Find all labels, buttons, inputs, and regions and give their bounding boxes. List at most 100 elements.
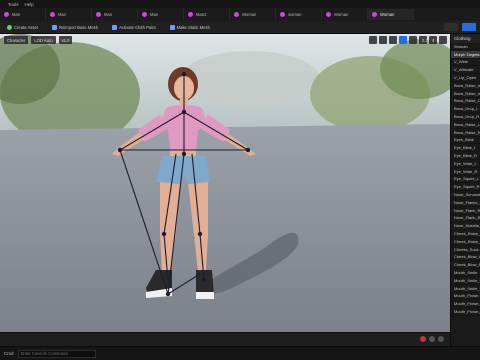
viewport[interactable]: Character LOD Auto x1.0 0.25 4 xyxy=(0,34,450,332)
asset-tab[interactable]: Man xyxy=(0,9,46,20)
transform-icon[interactable] xyxy=(369,36,377,44)
asset-tab[interactable]: woman xyxy=(276,9,322,20)
asset-tab-active[interactable]: Woman xyxy=(368,9,414,20)
make-static-label: Make Static Mesh xyxy=(176,24,210,30)
cmd-label[interactable]: Cmd xyxy=(4,351,14,356)
joint xyxy=(181,109,187,115)
asset-icon xyxy=(326,12,331,17)
morph-target-item[interactable]: Eye_Wide_R xyxy=(451,168,480,176)
morph-target-item[interactable]: Eye_Blink_R xyxy=(451,152,480,160)
morph-target-item[interactable]: Brow_Drop_R xyxy=(451,113,480,121)
asset-tab[interactable]: Man xyxy=(138,9,184,20)
morph-target-item[interactable]: Cheek_Blow_R xyxy=(451,261,480,270)
morph-target-item[interactable]: Cheek_Raise_R xyxy=(451,238,480,246)
morph-target-item[interactable]: Mouth_Smile xyxy=(451,269,480,277)
morph-target-item[interactable]: Eye_Squint_L xyxy=(451,176,480,184)
morph-target-item[interactable]: V_Wide xyxy=(451,59,480,67)
activate-cloth-label: Activate Cloth Paint xyxy=(119,24,156,30)
joint xyxy=(197,231,203,237)
asset-tab-label: Man2 xyxy=(196,12,207,17)
asset-tab-label: Woman xyxy=(380,12,395,17)
joint xyxy=(165,291,171,297)
surface-snap-icon[interactable] xyxy=(409,36,417,44)
joint xyxy=(245,147,251,153)
morph-target-item[interactable]: Brow_Raise_Inner_L xyxy=(451,82,480,90)
activate-cloth-paint-button[interactable]: Activate Cloth Paint xyxy=(109,23,159,32)
create-asset-button[interactable]: Create Asset xyxy=(4,23,41,32)
console-input[interactable] xyxy=(17,349,96,358)
morph-target-item[interactable]: Mouth_Frown xyxy=(451,293,480,301)
asset-tab-label: Man xyxy=(12,12,21,17)
joint xyxy=(117,147,123,153)
lod-menu-button[interactable]: LOD Auto xyxy=(31,36,56,44)
morph-target-item[interactable]: Eyes_Blink xyxy=(451,137,480,145)
asset-tab-label: Woman xyxy=(334,12,349,17)
morph-target-item[interactable]: Cheeks_Suck xyxy=(451,246,480,254)
mesh-mode-button[interactable] xyxy=(462,23,476,31)
asset-tab[interactable]: Woman xyxy=(322,9,368,20)
skeleton-mode-button[interactable] xyxy=(444,23,458,31)
morph-target-item[interactable]: Eye_Wide_L xyxy=(451,160,480,168)
rotate-icon[interactable] xyxy=(379,36,387,44)
asset-tab-label: Man xyxy=(58,12,67,17)
morph-target-item[interactable]: V_Lip_Open xyxy=(451,74,480,82)
morph-target-item[interactable]: Nose_Scrunch xyxy=(451,191,480,199)
asset-icon xyxy=(372,12,377,17)
main-toolbar: Create Asset Reimport Base Mesh Activate… xyxy=(0,21,480,34)
asset-tab-bar: Man Man Man Man Man2 Woman woman Woman W… xyxy=(0,8,480,21)
pause-icon[interactable] xyxy=(429,336,435,342)
right-sole xyxy=(196,292,214,299)
reimport-base-mesh-button[interactable]: Reimport Base Mesh xyxy=(49,23,101,32)
morph-target-item[interactable]: Brow_Drop_L xyxy=(451,105,480,114)
panel-title: Clothing xyxy=(451,34,480,43)
create-asset-label: Create Asset xyxy=(14,24,38,30)
asset-tab[interactable]: Man2 xyxy=(184,9,230,20)
morph-target-item[interactable]: Brow_Raise_R xyxy=(451,129,480,137)
morph-target-item[interactable]: Mouth_Smile_R xyxy=(451,285,480,293)
morph-target-item[interactable]: Nose_Flank_Raise_R xyxy=(451,215,480,223)
morph-target-item[interactable]: Mouth_Frown_R xyxy=(451,308,480,316)
morph-target-item[interactable]: Eye_Blink_L xyxy=(451,144,480,153)
joint xyxy=(181,71,187,77)
morph-target-item[interactable]: Mouth_Frown_L xyxy=(451,300,480,309)
morph-target-item[interactable]: Cheek_Blow_L xyxy=(451,254,480,262)
play-icon[interactable] xyxy=(438,336,444,342)
morph-target-item[interactable]: Nose_Nostrils_Flare xyxy=(451,222,480,231)
maximize-icon[interactable] xyxy=(439,36,447,44)
morph-target-item[interactable]: Nose_Flank_Raise_L xyxy=(451,207,480,215)
grid-snap-value[interactable]: 0.25 xyxy=(419,36,430,44)
morph-target-item[interactable]: V_Affricate xyxy=(451,66,480,75)
morph-target-item[interactable]: Woman xyxy=(451,43,480,51)
world-space-icon[interactable] xyxy=(399,36,407,44)
make-static-mesh-button[interactable]: Make Static Mesh xyxy=(167,23,213,32)
character-menu-button[interactable]: Character xyxy=(4,36,29,44)
morph-target-item[interactable]: Cheek_Raise_L xyxy=(451,230,480,238)
asset-icon xyxy=(280,12,285,17)
morph-target-item[interactable]: Morph Targets xyxy=(451,50,480,59)
asset-tab[interactable]: Man xyxy=(92,9,138,20)
morph-target-item[interactable]: Brow_Raise_Inner_R xyxy=(451,90,480,98)
menu-tools[interactable]: Tools xyxy=(8,2,19,7)
joint xyxy=(181,151,187,157)
floor-plane xyxy=(0,124,450,332)
scale-icon[interactable] xyxy=(389,36,397,44)
morph-target-panel: Clothing Woman Morph Targets V_Wide V_Affri… xyxy=(450,34,480,346)
playback-speed-button[interactable]: x1.0 xyxy=(58,36,73,44)
menu-bar: Tools Help xyxy=(0,0,480,8)
morph-target-item[interactable]: Nose_Flanks_Raise xyxy=(451,199,480,207)
menu-help[interactable]: Help xyxy=(25,2,34,7)
morph-target-item[interactable]: Brow_Raise_L xyxy=(451,121,480,129)
morph-target-item[interactable]: Eye_Squint_R xyxy=(451,183,480,192)
viewport-scene xyxy=(0,34,450,332)
morph-target-item[interactable]: Brow_Raise_Outer_L xyxy=(451,98,480,106)
reimport-label: Reimport Base Mesh xyxy=(58,24,99,30)
asset-tab[interactable]: Woman xyxy=(230,9,276,20)
asset-icon xyxy=(142,12,147,17)
create-icon xyxy=(7,24,12,30)
camera-speed-value[interactable]: 4 xyxy=(429,36,437,44)
morph-target-item[interactable]: Mouth_Smile_L xyxy=(451,277,480,285)
timeline-bar xyxy=(0,332,450,346)
record-icon[interactable] xyxy=(420,336,426,342)
asset-tab-label: woman xyxy=(288,12,302,17)
asset-tab[interactable]: Man xyxy=(46,9,92,20)
